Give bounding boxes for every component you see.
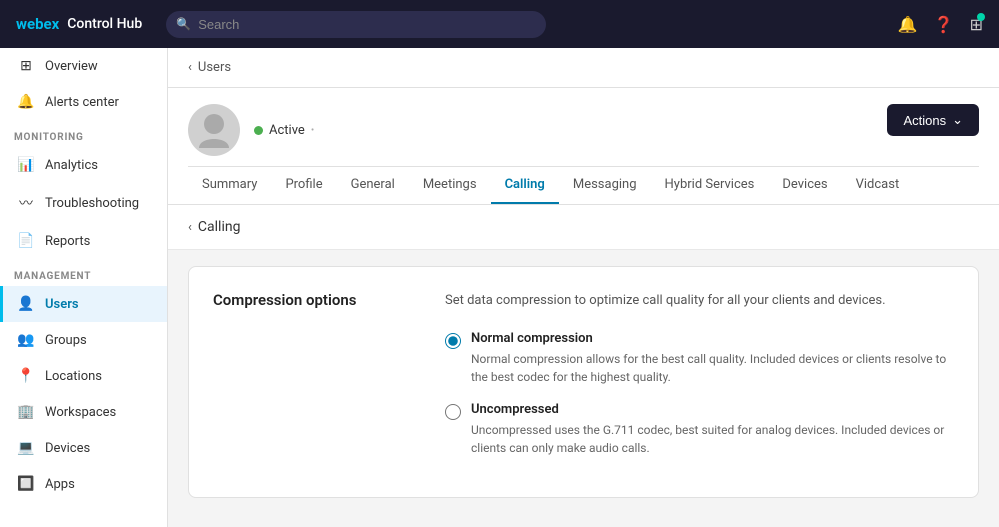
sidebar-item-overview[interactable]: ⊞ Overview [0, 48, 167, 84]
radio-normal-label-group: Normal compression Normal compression al… [471, 331, 954, 386]
overview-icon: ⊞ [17, 58, 35, 74]
radio-option-uncompressed: Uncompressed Uncompressed uses the G.711… [445, 402, 954, 457]
actions-chevron-icon: ⌄ [952, 112, 963, 128]
sidebar-label-apps: Apps [45, 477, 75, 492]
sidebar: ⊞ Overview 🔔 Alerts center Monitoring 📊 … [0, 48, 168, 527]
tab-summary[interactable]: Summary [188, 167, 271, 204]
search-bar[interactable]: 🔍 [166, 11, 546, 38]
status-label: Active [269, 123, 305, 138]
notifications-icon[interactable]: 🔔 [898, 15, 918, 34]
user-header-top: Active • Actions ⌄ [188, 104, 979, 156]
radio-normal[interactable] [445, 333, 461, 349]
nav-icons: 🔔 ❓ ⊞ [898, 15, 983, 34]
content-area: ‹ Users Active • [168, 48, 999, 527]
sidebar-label-workspaces: Workspaces [45, 405, 116, 420]
sidebar-item-groups[interactable]: 👥 Groups [0, 322, 167, 358]
sidebar-label-alerts: Alerts center [45, 95, 119, 110]
tab-devices[interactable]: Devices [768, 167, 841, 204]
user-header: Active • Actions ⌄ Summary Profile Gener… [168, 88, 999, 205]
user-status: Active • [254, 123, 314, 138]
sidebar-label-devices: Devices [45, 441, 90, 456]
search-icon: 🔍 [176, 17, 191, 31]
sidebar-label-troubleshooting: Troubleshooting [45, 196, 139, 211]
sub-breadcrumb: ‹ Calling [168, 205, 999, 250]
sidebar-label-reports: Reports [45, 234, 90, 249]
user-status-area: Active • [254, 123, 314, 138]
logo-area: webex Control Hub [16, 15, 142, 33]
tab-messaging[interactable]: Messaging [559, 167, 651, 204]
tabs-bar: Summary Profile General Meetings Calling… [188, 166, 979, 204]
compression-row: Compression options Set data compression… [213, 291, 954, 473]
radio-uncompressed-label-group: Uncompressed Uncompressed uses the G.711… [471, 402, 954, 457]
sidebar-item-users[interactable]: 👤 Users [0, 286, 167, 322]
tab-vidcast[interactable]: Vidcast [842, 167, 914, 204]
sidebar-item-analytics[interactable]: 📊 Analytics [0, 147, 167, 183]
workspaces-icon: 🏢 [17, 404, 35, 420]
users-icon: 👤 [17, 296, 35, 312]
sidebar-label-analytics: Analytics [45, 158, 98, 173]
sidebar-label-users: Users [45, 297, 79, 312]
badge-dot [977, 13, 985, 21]
actions-button-label: Actions [903, 113, 946, 128]
sidebar-label-overview: Overview [45, 59, 98, 74]
tab-meetings[interactable]: Meetings [409, 167, 491, 204]
status-bullet: • [311, 125, 314, 136]
analytics-icon: 📊 [17, 157, 35, 173]
sidebar-label-groups: Groups [45, 333, 87, 348]
actions-button[interactable]: Actions ⌄ [887, 104, 979, 136]
compression-section-label: Compression options [213, 291, 413, 473]
radio-normal-label: Normal compression [471, 331, 954, 346]
apps-icon[interactable]: ⊞ [970, 15, 983, 34]
sidebar-item-reports[interactable]: 📄 Reports [0, 223, 167, 259]
compression-card: Compression options Set data compression… [188, 266, 979, 498]
breadcrumb-label: Users [198, 60, 231, 75]
sidebar-item-troubleshooting[interactable]: 〰 Troubleshooting [0, 183, 167, 223]
tab-general[interactable]: General [337, 167, 409, 204]
help-icon[interactable]: ❓ [934, 15, 954, 34]
sidebar-section-monitoring: Monitoring [0, 120, 167, 147]
locations-icon: 📍 [17, 368, 35, 384]
app-title: Control Hub [67, 16, 142, 32]
radio-uncompressed-sublabel: Uncompressed uses the G.711 codec, best … [471, 421, 954, 457]
sub-breadcrumb-label: Calling [198, 219, 241, 235]
user-avatar-area: Active • [188, 104, 314, 156]
tab-calling[interactable]: Calling [491, 167, 559, 204]
sidebar-item-workspaces[interactable]: 🏢 Workspaces [0, 394, 167, 430]
tab-hybrid-services[interactable]: Hybrid Services [651, 167, 769, 204]
sub-breadcrumb-back-icon[interactable]: ‹ [188, 220, 192, 235]
groups-icon: 👥 [17, 332, 35, 348]
sidebar-item-devices[interactable]: 💻 Devices [0, 430, 167, 466]
search-input[interactable] [166, 11, 546, 38]
radio-normal-sublabel: Normal compression allows for the best c… [471, 350, 954, 386]
devices-icon: 💻 [17, 440, 35, 456]
tab-profile[interactable]: Profile [271, 167, 336, 204]
radio-option-normal: Normal compression Normal compression al… [445, 331, 954, 386]
apps-sidebar-icon: 🔲 [17, 476, 35, 492]
breadcrumb-bar: ‹ Users [168, 48, 999, 88]
alerts-icon: 🔔 [17, 94, 35, 110]
status-dot [254, 126, 263, 135]
top-nav: webex Control Hub 🔍 🔔 ❓ ⊞ [0, 0, 999, 48]
radio-uncompressed-label: Uncompressed [471, 402, 954, 417]
main-layout: ⊞ Overview 🔔 Alerts center Monitoring 📊 … [0, 48, 999, 527]
sidebar-item-alerts[interactable]: 🔔 Alerts center [0, 84, 167, 120]
sidebar-item-apps[interactable]: 🔲 Apps [0, 466, 167, 502]
sidebar-label-locations: Locations [45, 369, 102, 384]
compression-content: Set data compression to optimize call qu… [445, 291, 954, 473]
reports-icon: 📄 [17, 233, 35, 249]
breadcrumb-back-icon[interactable]: ‹ [188, 60, 192, 75]
sidebar-section-management: Management [0, 259, 167, 286]
radio-uncompressed[interactable] [445, 404, 461, 420]
avatar [188, 104, 240, 156]
brand-logo: webex [16, 15, 59, 33]
troubleshooting-icon: 〰 [17, 193, 35, 213]
sidebar-item-locations[interactable]: 📍 Locations [0, 358, 167, 394]
compression-description: Set data compression to optimize call qu… [445, 291, 954, 311]
